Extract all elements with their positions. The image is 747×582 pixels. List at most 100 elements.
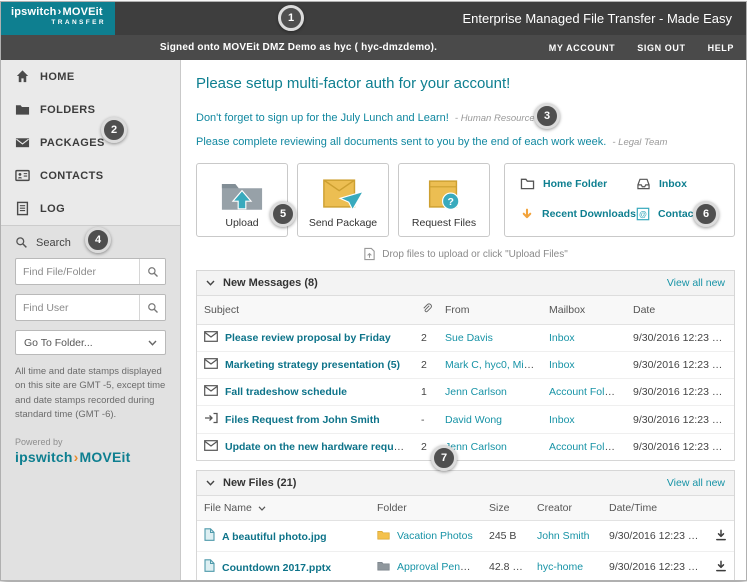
col-file-name[interactable]: File Name: [197, 496, 370, 521]
col-from[interactable]: From: [438, 296, 542, 325]
announcement-text: Don't forget to sign up for the July Lun…: [196, 112, 449, 124]
col-size[interactable]: Size: [482, 496, 530, 521]
send-package-icon: [321, 172, 365, 217]
message-subject-link[interactable]: Files Request from John Smith: [225, 414, 380, 426]
sidebar-item-label: HOME: [40, 71, 75, 83]
file-creator-link[interactable]: John Smith: [537, 530, 590, 542]
message-subject-link[interactable]: Update on the new hardware requirement: [225, 441, 414, 453]
message-row: Files Request from John Smith - David Wo…: [197, 406, 734, 434]
sort-chevron-icon[interactable]: [258, 502, 266, 514]
action-label: Send Package: [309, 217, 377, 229]
attachment-count: -: [414, 406, 438, 434]
collapse-chevron-icon[interactable]: [206, 280, 215, 286]
col-attachments[interactable]: [414, 296, 438, 325]
view-all-new-files-link[interactable]: View all new: [667, 477, 725, 489]
header-tagline: Enterprise Managed File Transfer - Made …: [462, 2, 746, 35]
message-date: 9/30/2016 12:23 PM: [626, 325, 734, 352]
announcement-source: - Human Resource: [455, 113, 535, 124]
col-mailbox[interactable]: Mailbox: [542, 296, 626, 325]
sidebar-item-folders[interactable]: FOLDERS: [1, 93, 180, 126]
upload-button[interactable]: Upload: [196, 163, 288, 237]
annotation-marker-7: 7: [431, 445, 457, 471]
message-mailbox-link[interactable]: Inbox: [549, 414, 575, 426]
message-subject-link[interactable]: Please review proposal by Friday: [225, 332, 391, 344]
files-table-header: File Name Folder Size Creator Date/Time: [197, 496, 734, 521]
svg-text:?: ?: [447, 196, 453, 208]
col-date[interactable]: Date: [626, 296, 734, 325]
download-icon[interactable]: [715, 529, 727, 541]
find-user-input[interactable]: [16, 295, 139, 320]
message-from-link[interactable]: Jenn Carlson: [445, 386, 507, 398]
message-row: Please review proposal by Friday 2 Sue D…: [197, 325, 734, 352]
moveit-transfer-logo[interactable]: ipswitch›MOVEit TRANSFER: [1, 2, 115, 35]
quick-link-label: Recent Downloads: [542, 208, 636, 220]
message-mailbox-link[interactable]: Account Folder: [549, 386, 620, 398]
message-from-link[interactable]: Sue Davis: [445, 332, 493, 344]
message-mailbox-link[interactable]: Account Folder: [549, 441, 620, 453]
powered-product: MOVEit: [79, 449, 130, 465]
sign-out-link[interactable]: SIGN OUT: [637, 43, 685, 53]
log-document-icon: [15, 201, 30, 216]
col-creator[interactable]: Creator: [530, 496, 602, 521]
session-links: MY ACCOUNT SIGN OUT HELP: [549, 35, 734, 60]
messages-table-header: Subject From Mailbox Date: [197, 296, 734, 325]
envelope-icon: [204, 385, 218, 399]
annotation-marker-4: 4: [85, 227, 111, 253]
sidebar-item-contacts[interactable]: CONTACTS: [1, 159, 180, 192]
files-table: File Name Folder Size Creator Date/Time …: [197, 496, 734, 580]
col-date-time[interactable]: Date/Time: [602, 496, 708, 521]
message-mailbox-link[interactable]: Inbox: [549, 359, 575, 371]
upload-folder-icon: [220, 172, 264, 217]
help-link[interactable]: HELP: [708, 43, 734, 53]
send-package-button[interactable]: Send Package: [297, 163, 389, 237]
moveit-transfer-page: ipswitch›MOVEit TRANSFER Enterprise Mana…: [0, 1, 747, 581]
timezone-note: All time and date stamps displayed on th…: [15, 365, 166, 422]
inbox-link[interactable]: Inbox: [636, 177, 728, 190]
drop-hint-text: Drop files to upload or click "Upload Fi…: [382, 249, 568, 260]
file-creator-link[interactable]: hyc-home: [537, 561, 583, 573]
folders-icon: [15, 102, 30, 117]
file-name-link[interactable]: A beautiful photo.jpg: [222, 531, 327, 543]
sidebar-item-home[interactable]: HOME: [1, 60, 180, 93]
collapse-chevron-icon[interactable]: [206, 480, 215, 486]
request-files-button[interactable]: ? Request Files: [398, 163, 490, 237]
annotation-marker-5: 5: [270, 201, 296, 227]
attachment-count: 2: [414, 352, 438, 379]
powered-brand: ipswitch: [15, 449, 73, 465]
col-folder[interactable]: Folder: [370, 496, 482, 521]
sidebar-item-log[interactable]: LOG: [1, 192, 180, 225]
find-file-input[interactable]: [16, 259, 139, 284]
annotation-marker-2: 2: [101, 117, 127, 143]
message-date: 9/30/2016 12:23 PM: [626, 434, 734, 461]
paperclip-icon: [421, 302, 432, 315]
annotation-marker-6: 6: [693, 201, 719, 227]
envelope-icon: [204, 331, 218, 345]
view-all-new-messages-link[interactable]: View all new: [667, 277, 725, 289]
message-from-link[interactable]: David Wong: [445, 414, 502, 426]
find-file-search-button[interactable]: [139, 259, 165, 284]
sidebar: HOME FOLDERS PACKAGES CONTACTS: [1, 60, 181, 580]
sidebar-item-packages[interactable]: PACKAGES: [1, 126, 180, 159]
col-subject[interactable]: Subject: [197, 296, 414, 325]
find-user-search-button[interactable]: [139, 295, 165, 320]
ipswitch-moveit-logo[interactable]: ipswitch›MOVEit: [15, 449, 166, 465]
announcement-text: Please complete reviewing all documents …: [196, 136, 606, 148]
action-label: Request Files: [412, 217, 476, 229]
message-subject-link[interactable]: Marketing strategy presentation (5): [225, 359, 400, 371]
upload-files-icon: [363, 247, 376, 261]
request-files-icon: ?: [422, 172, 466, 217]
new-files-header: New Files (21) View all new: [197, 471, 734, 496]
file-folder-link[interactable]: Vacation Photos: [397, 530, 473, 542]
message-from-link[interactable]: Mark C, hyc0, Mike C.: [445, 359, 542, 371]
recent-downloads-link[interactable]: Recent Downloads: [520, 207, 636, 221]
attachment-count: 2: [414, 325, 438, 352]
message-subject-link[interactable]: Fall tradeshow schedule: [225, 386, 347, 398]
home-folder-link[interactable]: Home Folder: [520, 177, 636, 190]
my-account-link[interactable]: MY ACCOUNT: [549, 43, 616, 53]
file-name-link[interactable]: Countdown 2017.pptx: [222, 562, 331, 574]
message-row: Update on the new hardware requirement 2…: [197, 434, 734, 461]
go-to-folder-select[interactable]: Go To Folder...: [15, 330, 166, 355]
file-folder-link[interactable]: Approval Pending: [397, 561, 480, 573]
message-mailbox-link[interactable]: Inbox: [549, 332, 575, 344]
download-icon[interactable]: [715, 560, 727, 572]
